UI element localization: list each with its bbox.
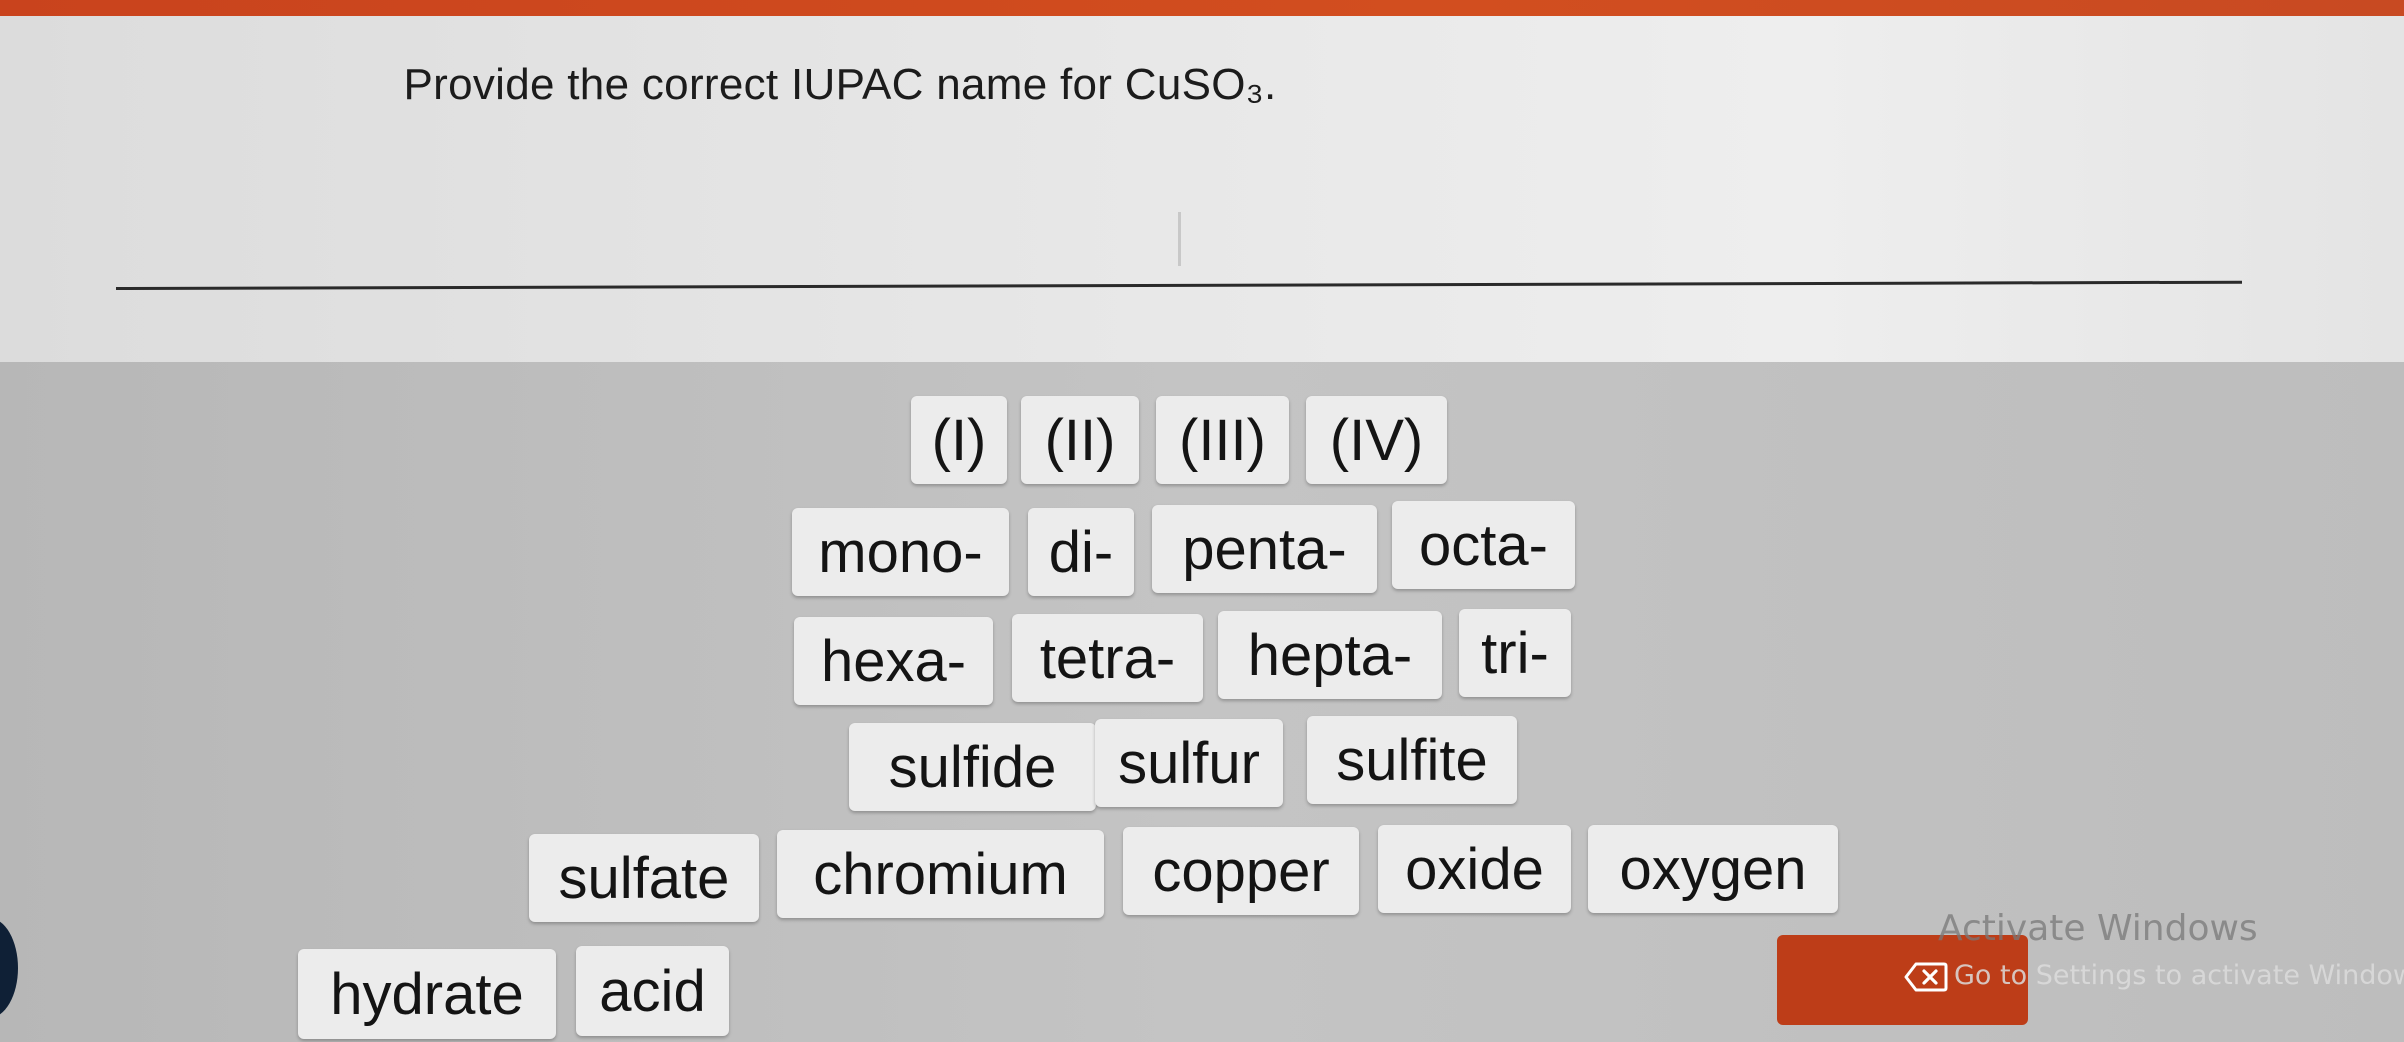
tile-sulfur[interactable]: sulfur xyxy=(1095,719,1283,807)
tile-tri[interactable]: tri- xyxy=(1459,609,1571,697)
tile-octa[interactable]: octa- xyxy=(1392,501,1575,589)
tile-oxide[interactable]: oxide xyxy=(1378,825,1571,913)
question-area: Provide the correct IUPAC name for CuSO₃… xyxy=(0,16,2404,362)
question-prompt: Provide the correct IUPAC name for CuSO₃… xyxy=(403,60,1277,109)
tile-roman-ii[interactable]: (II) xyxy=(1021,396,1139,484)
tile-hexa[interactable]: hexa- xyxy=(794,617,993,705)
tile-mono[interactable]: mono- xyxy=(792,508,1009,596)
tile-acid[interactable]: acid xyxy=(576,946,729,1036)
activate-windows-title: Activate Windows xyxy=(1938,908,2258,949)
tile-penta[interactable]: penta- xyxy=(1152,505,1377,593)
tile-tetra[interactable]: tetra- xyxy=(1012,614,1203,702)
answer-field[interactable] xyxy=(115,280,2242,290)
tile-hydrate[interactable]: hydrate xyxy=(298,949,556,1039)
text-cursor xyxy=(1178,212,1181,266)
tile-di[interactable]: di- xyxy=(1028,508,1134,596)
activate-windows-subtitle: Go to Settings to activate Windows xyxy=(1954,960,2404,991)
tile-copper[interactable]: copper xyxy=(1123,827,1359,915)
tile-roman-iii[interactable]: (III) xyxy=(1156,396,1289,484)
tile-roman-iv[interactable]: (IV) xyxy=(1306,396,1447,484)
tile-chromium[interactable]: chromium xyxy=(777,830,1104,918)
tile-sulfide[interactable]: sulfide xyxy=(849,723,1096,811)
tile-sulfate[interactable]: sulfate xyxy=(529,834,759,922)
backspace-x-icon[interactable] xyxy=(1904,962,1948,992)
tile-hepta[interactable]: hepta- xyxy=(1218,611,1442,699)
tile-oxygen[interactable]: oxygen xyxy=(1588,825,1838,913)
tile-roman-i[interactable]: (I) xyxy=(911,396,1007,484)
top-accent-bar xyxy=(0,0,2404,16)
tile-sulfite[interactable]: sulfite xyxy=(1307,716,1517,804)
